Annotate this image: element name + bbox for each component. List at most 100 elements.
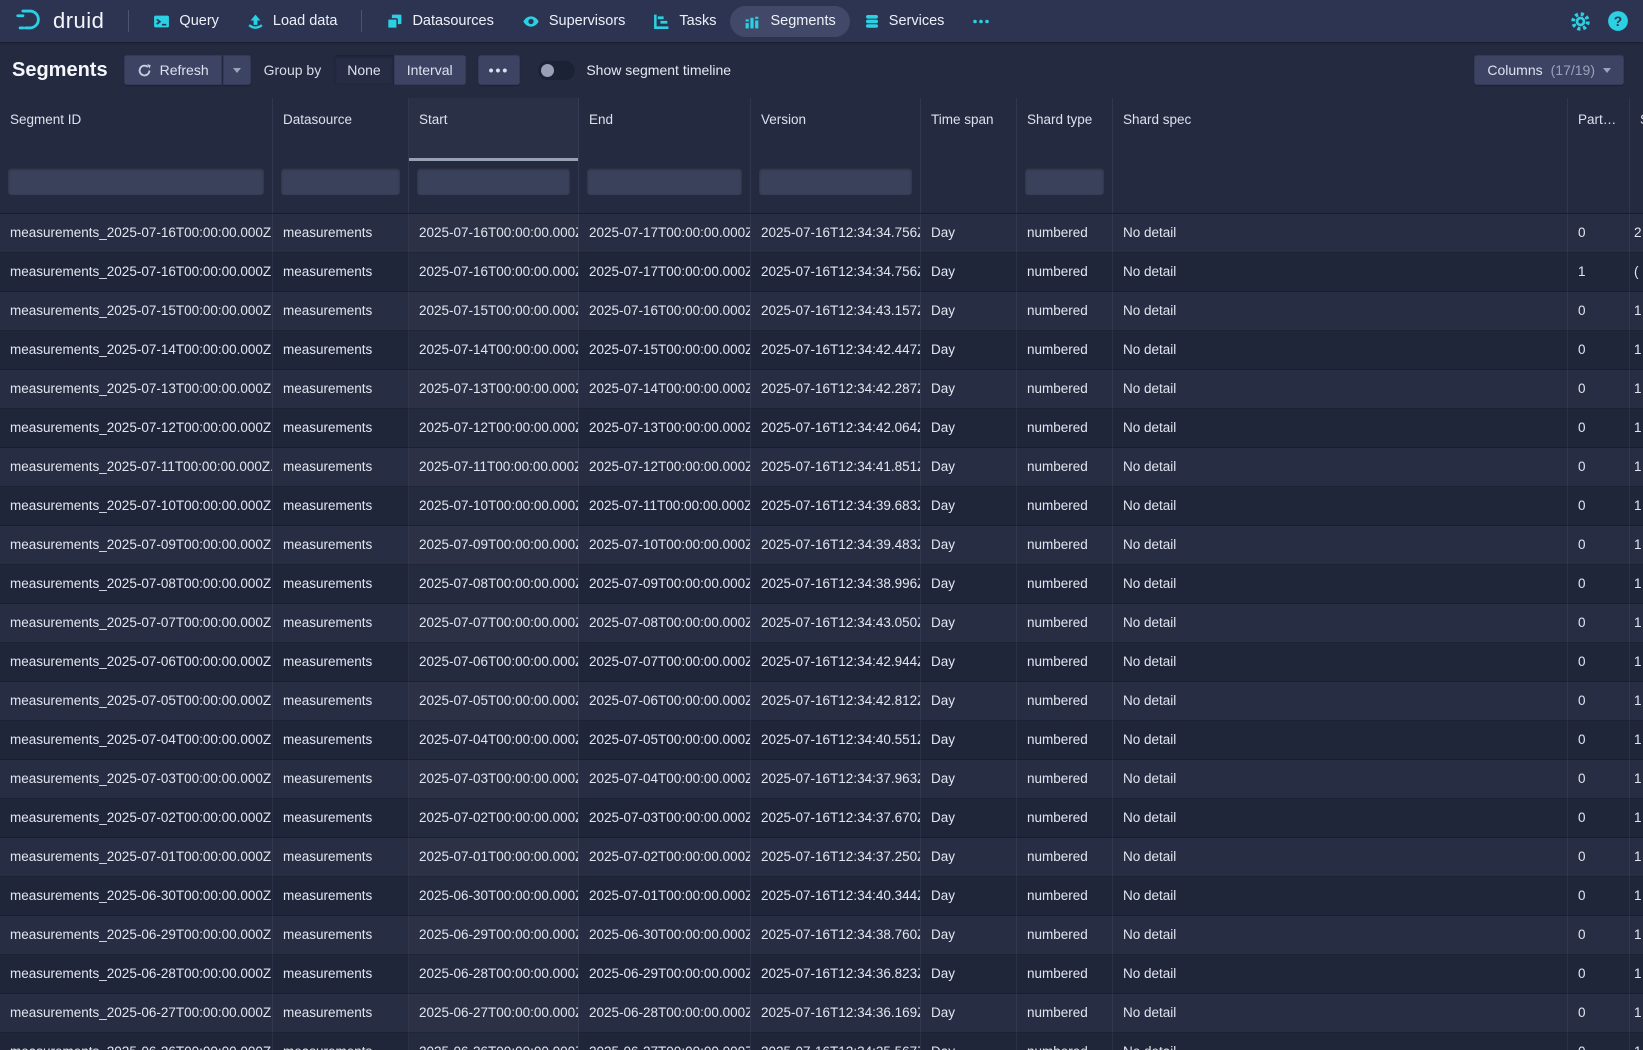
cell-shard_type[interactable]: numbered: [1017, 292, 1113, 331]
cell-time_span[interactable]: Day: [921, 916, 1017, 955]
more-options-button[interactable]: •••: [478, 55, 521, 85]
cell-version[interactable]: 2025-07-16T12:34:43.050Z: [751, 604, 921, 643]
cell-time_span[interactable]: Day: [921, 253, 1017, 292]
cell-shard_type[interactable]: numbered: [1017, 253, 1113, 292]
cell-end[interactable]: 2025-07-12T00:00:00.000Z: [579, 448, 751, 487]
cell-start[interactable]: 2025-06-28T00:00:00.000Z: [409, 955, 579, 994]
cell-segment_id[interactable]: measurements_2025-07-04T00:00:00.000Z...: [0, 721, 273, 760]
cell-version[interactable]: 2025-07-16T12:34:38.760Z: [751, 916, 921, 955]
cell-size[interactable]: 1: [1630, 799, 1643, 838]
cell-datasource[interactable]: measurements: [273, 682, 409, 721]
cell-datasource[interactable]: measurements: [273, 721, 409, 760]
cell-end[interactable]: 2025-07-15T00:00:00.000Z: [579, 331, 751, 370]
cell-time_span[interactable]: Day: [921, 331, 1017, 370]
cell-start[interactable]: 2025-07-03T00:00:00.000Z: [409, 760, 579, 799]
cell-version[interactable]: 2025-07-16T12:34:36.169Z: [751, 994, 921, 1033]
cell-segment_id[interactable]: measurements_2025-07-07T00:00:00.000Z...: [0, 604, 273, 643]
cell-datasource[interactable]: measurements: [273, 760, 409, 799]
cell-version[interactable]: 2025-07-16T12:34:37.963Z: [751, 760, 921, 799]
cell-shard_spec[interactable]: No detail: [1113, 877, 1568, 916]
cell-partition[interactable]: 0: [1568, 760, 1630, 799]
cell-datasource[interactable]: measurements: [273, 955, 409, 994]
cell-end[interactable]: 2025-07-17T00:00:00.000Z: [579, 253, 751, 292]
cell-segment_id[interactable]: measurements_2025-07-12T00:00:00.000Z...: [0, 409, 273, 448]
cell-time_span[interactable]: Day: [921, 721, 1017, 760]
cell-datasource[interactable]: measurements: [273, 409, 409, 448]
cell-size[interactable]: 1: [1630, 643, 1643, 682]
cell-end[interactable]: 2025-07-03T00:00:00.000Z: [579, 799, 751, 838]
cell-shard_spec[interactable]: No detail: [1113, 292, 1568, 331]
cell-end[interactable]: 2025-07-06T00:00:00.000Z: [579, 682, 751, 721]
cell-shard_type[interactable]: numbered: [1017, 448, 1113, 487]
cell-shard_type[interactable]: numbered: [1017, 877, 1113, 916]
cell-start[interactable]: 2025-07-10T00:00:00.000Z: [409, 487, 579, 526]
cell-partition[interactable]: 0: [1568, 994, 1630, 1033]
cell-start[interactable]: 2025-06-27T00:00:00.000Z: [409, 994, 579, 1033]
cell-datasource[interactable]: measurements: [273, 253, 409, 292]
cell-segment_id[interactable]: measurements_2025-07-14T00:00:00.000Z...: [0, 331, 273, 370]
cell-datasource[interactable]: measurements: [273, 799, 409, 838]
gear-icon[interactable]: [1570, 11, 1591, 32]
cell-segment_id[interactable]: measurements_2025-07-15T00:00:00.000Z...: [0, 292, 273, 331]
cell-shard_spec[interactable]: No detail: [1113, 994, 1568, 1033]
cell-end[interactable]: 2025-07-13T00:00:00.000Z: [579, 409, 751, 448]
cell-partition[interactable]: 0: [1568, 721, 1630, 760]
cell-size[interactable]: 2: [1630, 214, 1643, 253]
nav-item-datasources[interactable]: Datasources: [372, 6, 507, 37]
cell-partition[interactable]: 0: [1568, 214, 1630, 253]
cell-version[interactable]: 2025-07-16T12:34:42.447Z: [751, 331, 921, 370]
cell-time_span[interactable]: Day: [921, 409, 1017, 448]
cell-end[interactable]: 2025-07-17T00:00:00.000Z: [579, 214, 751, 253]
cell-end[interactable]: 2025-07-16T00:00:00.000Z: [579, 292, 751, 331]
cell-segment_id[interactable]: measurements_2025-07-05T00:00:00.000Z...: [0, 682, 273, 721]
cell-datasource[interactable]: measurements: [273, 1033, 409, 1050]
cell-time_span[interactable]: Day: [921, 214, 1017, 253]
cell-segment_id[interactable]: measurements_2025-07-09T00:00:00.000Z...: [0, 526, 273, 565]
cell-shard_spec[interactable]: No detail: [1113, 916, 1568, 955]
segment-timeline-toggle[interactable]: [538, 61, 575, 80]
cell-datasource[interactable]: measurements: [273, 838, 409, 877]
cell-size[interactable]: 1: [1630, 487, 1643, 526]
columns-button[interactable]: Columns (17/19): [1474, 55, 1624, 85]
cell-time_span[interactable]: Day: [921, 526, 1017, 565]
cell-start[interactable]: 2025-07-08T00:00:00.000Z: [409, 565, 579, 604]
cell-start[interactable]: 2025-07-07T00:00:00.000Z: [409, 604, 579, 643]
cell-partition[interactable]: 0: [1568, 682, 1630, 721]
refresh-dropdown-button[interactable]: [223, 55, 251, 85]
cell-size[interactable]: 1: [1630, 721, 1643, 760]
cell-version[interactable]: 2025-07-16T12:34:38.996Z: [751, 565, 921, 604]
cell-size[interactable]: 1: [1630, 448, 1643, 487]
nav-item-services[interactable]: Services: [850, 6, 959, 37]
cell-end[interactable]: 2025-07-14T00:00:00.000Z: [579, 370, 751, 409]
cell-start[interactable]: 2025-07-04T00:00:00.000Z: [409, 721, 579, 760]
refresh-button[interactable]: Refresh: [124, 55, 222, 85]
cell-time_span[interactable]: Day: [921, 565, 1017, 604]
cell-version[interactable]: 2025-07-16T12:34:40.344Z: [751, 877, 921, 916]
cell-start[interactable]: 2025-07-15T00:00:00.000Z: [409, 292, 579, 331]
cell-partition[interactable]: 0: [1568, 643, 1630, 682]
cell-size[interactable]: 1: [1630, 292, 1643, 331]
cell-shard_spec[interactable]: No detail: [1113, 682, 1568, 721]
cell-partition[interactable]: 1: [1568, 253, 1630, 292]
cell-size[interactable]: 1: [1630, 331, 1643, 370]
cell-shard_type[interactable]: numbered: [1017, 487, 1113, 526]
cell-shard_type[interactable]: numbered: [1017, 565, 1113, 604]
cell-shard_spec[interactable]: No detail: [1113, 214, 1568, 253]
cell-size[interactable]: 1: [1630, 370, 1643, 409]
cell-shard_type[interactable]: numbered: [1017, 916, 1113, 955]
column-header-time_span[interactable]: Time span: [921, 98, 1017, 161]
cell-end[interactable]: 2025-07-04T00:00:00.000Z: [579, 760, 751, 799]
filter-input-shard_type[interactable]: [1025, 168, 1104, 195]
cell-shard_type[interactable]: numbered: [1017, 799, 1113, 838]
cell-shard_spec[interactable]: No detail: [1113, 370, 1568, 409]
cell-segment_id[interactable]: measurements_2025-07-11T00:00:00.000Z...: [0, 448, 273, 487]
cell-start[interactable]: 2025-07-01T00:00:00.000Z: [409, 838, 579, 877]
cell-end[interactable]: 2025-07-01T00:00:00.000Z: [579, 877, 751, 916]
cell-size[interactable]: 1: [1630, 409, 1643, 448]
cell-shard_type[interactable]: numbered: [1017, 370, 1113, 409]
cell-datasource[interactable]: measurements: [273, 643, 409, 682]
cell-version[interactable]: 2025-07-16T12:34:39.483Z: [751, 526, 921, 565]
column-header-datasource[interactable]: Datasource: [273, 98, 409, 161]
cell-datasource[interactable]: measurements: [273, 448, 409, 487]
cell-start[interactable]: 2025-06-30T00:00:00.000Z: [409, 877, 579, 916]
